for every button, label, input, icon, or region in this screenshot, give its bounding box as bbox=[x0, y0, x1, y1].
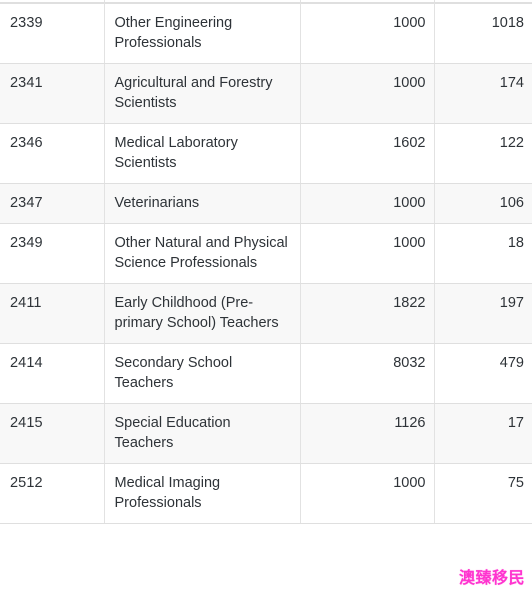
occupation-name: Early Childhood (Pre-primary School) Tea… bbox=[104, 283, 301, 344]
occupation-name: Medical Imaging Professionals bbox=[104, 463, 301, 524]
occupation-quota: 1602 bbox=[300, 123, 435, 184]
table-top-edge bbox=[0, 0, 532, 3]
occupation-quota: 1000 bbox=[300, 183, 435, 224]
occupation-list-table: 2339 Other Engineering Professionals 1000 1… bbox=[0, 3, 532, 524]
occupation-name: Medical Laboratory Scientists bbox=[104, 123, 301, 184]
occupation-quota: 1000 bbox=[300, 3, 435, 64]
occupation-count: 17 bbox=[434, 403, 532, 464]
occupation-name: Veterinarians bbox=[104, 183, 301, 224]
site-watermark: 澳臻移民 bbox=[458, 568, 525, 587]
table-row[interactable]: 2414 Secondary School Teachers 8032 479 bbox=[0, 343, 532, 404]
occupation-code: 2339 bbox=[0, 3, 105, 64]
occupation-count: 197 bbox=[434, 283, 532, 344]
column-divider-1 bbox=[104, 0, 105, 2]
occupation-code: 2415 bbox=[0, 403, 105, 464]
occupation-quota: 1822 bbox=[300, 283, 435, 344]
table-row[interactable]: 2339 Other Engineering Professionals 1000 1… bbox=[0, 3, 532, 64]
occupation-name: Other Engineering Professionals bbox=[104, 3, 301, 64]
occupation-code: 2349 bbox=[0, 223, 105, 284]
occupation-name: Secondary School Teachers bbox=[104, 343, 301, 404]
occupation-quota: 1126 bbox=[300, 403, 435, 464]
table-row[interactable]: 2512 Medical Imaging Professionals 1000 75 bbox=[0, 463, 532, 524]
table-row[interactable]: 2411 Early Childhood (Pre-primary School)… bbox=[0, 283, 532, 344]
occupation-quota: 1000 bbox=[300, 223, 435, 284]
table-row[interactable]: 2341 Agricultural and Forestry Scientists… bbox=[0, 63, 532, 124]
table-row[interactable]: 2346 Medical Laboratory Scientists 1602 122 bbox=[0, 123, 532, 184]
occupation-count: 174 bbox=[434, 63, 532, 124]
occupation-table-container: 2339 Other Engineering Professionals 1000 1… bbox=[0, 0, 532, 587]
occupation-count: 479 bbox=[434, 343, 532, 404]
occupation-count: 106 bbox=[434, 183, 532, 224]
occupation-code: 2512 bbox=[0, 463, 105, 524]
occupation-name: Agricultural and Forestry Scientists bbox=[104, 63, 301, 124]
occupation-name: Special Education Teachers bbox=[104, 403, 301, 464]
occupation-code: 2347 bbox=[0, 183, 105, 224]
occupation-code: 2411 bbox=[0, 283, 105, 344]
occupation-code: 2341 bbox=[0, 63, 105, 124]
occupation-quota: 8032 bbox=[300, 343, 435, 404]
occupation-code: 2346 bbox=[0, 123, 105, 184]
table-row[interactable]: 2349 Other Natural and Physical Science P… bbox=[0, 223, 532, 284]
column-divider-2 bbox=[300, 0, 301, 2]
table-row[interactable]: 2415 Special Education Teachers 1126 17 bbox=[0, 403, 532, 464]
occupation-code: 2414 bbox=[0, 343, 105, 404]
occupation-count: 122 bbox=[434, 123, 532, 184]
table-row[interactable]: 2347 Veterinarians 1000 106 bbox=[0, 183, 532, 224]
occupation-name: Other Natural and Physical Science Profe… bbox=[104, 223, 301, 284]
column-divider-3 bbox=[434, 0, 435, 2]
occupation-count: 1018 bbox=[434, 3, 532, 64]
occupation-table-body: 2339 Other Engineering Professionals 1000 1… bbox=[0, 3, 532, 524]
occupation-count: 18 bbox=[434, 223, 532, 284]
occupation-quota: 1000 bbox=[300, 63, 435, 124]
occupation-quota: 1000 bbox=[300, 463, 435, 524]
occupation-count: 75 bbox=[434, 463, 532, 524]
